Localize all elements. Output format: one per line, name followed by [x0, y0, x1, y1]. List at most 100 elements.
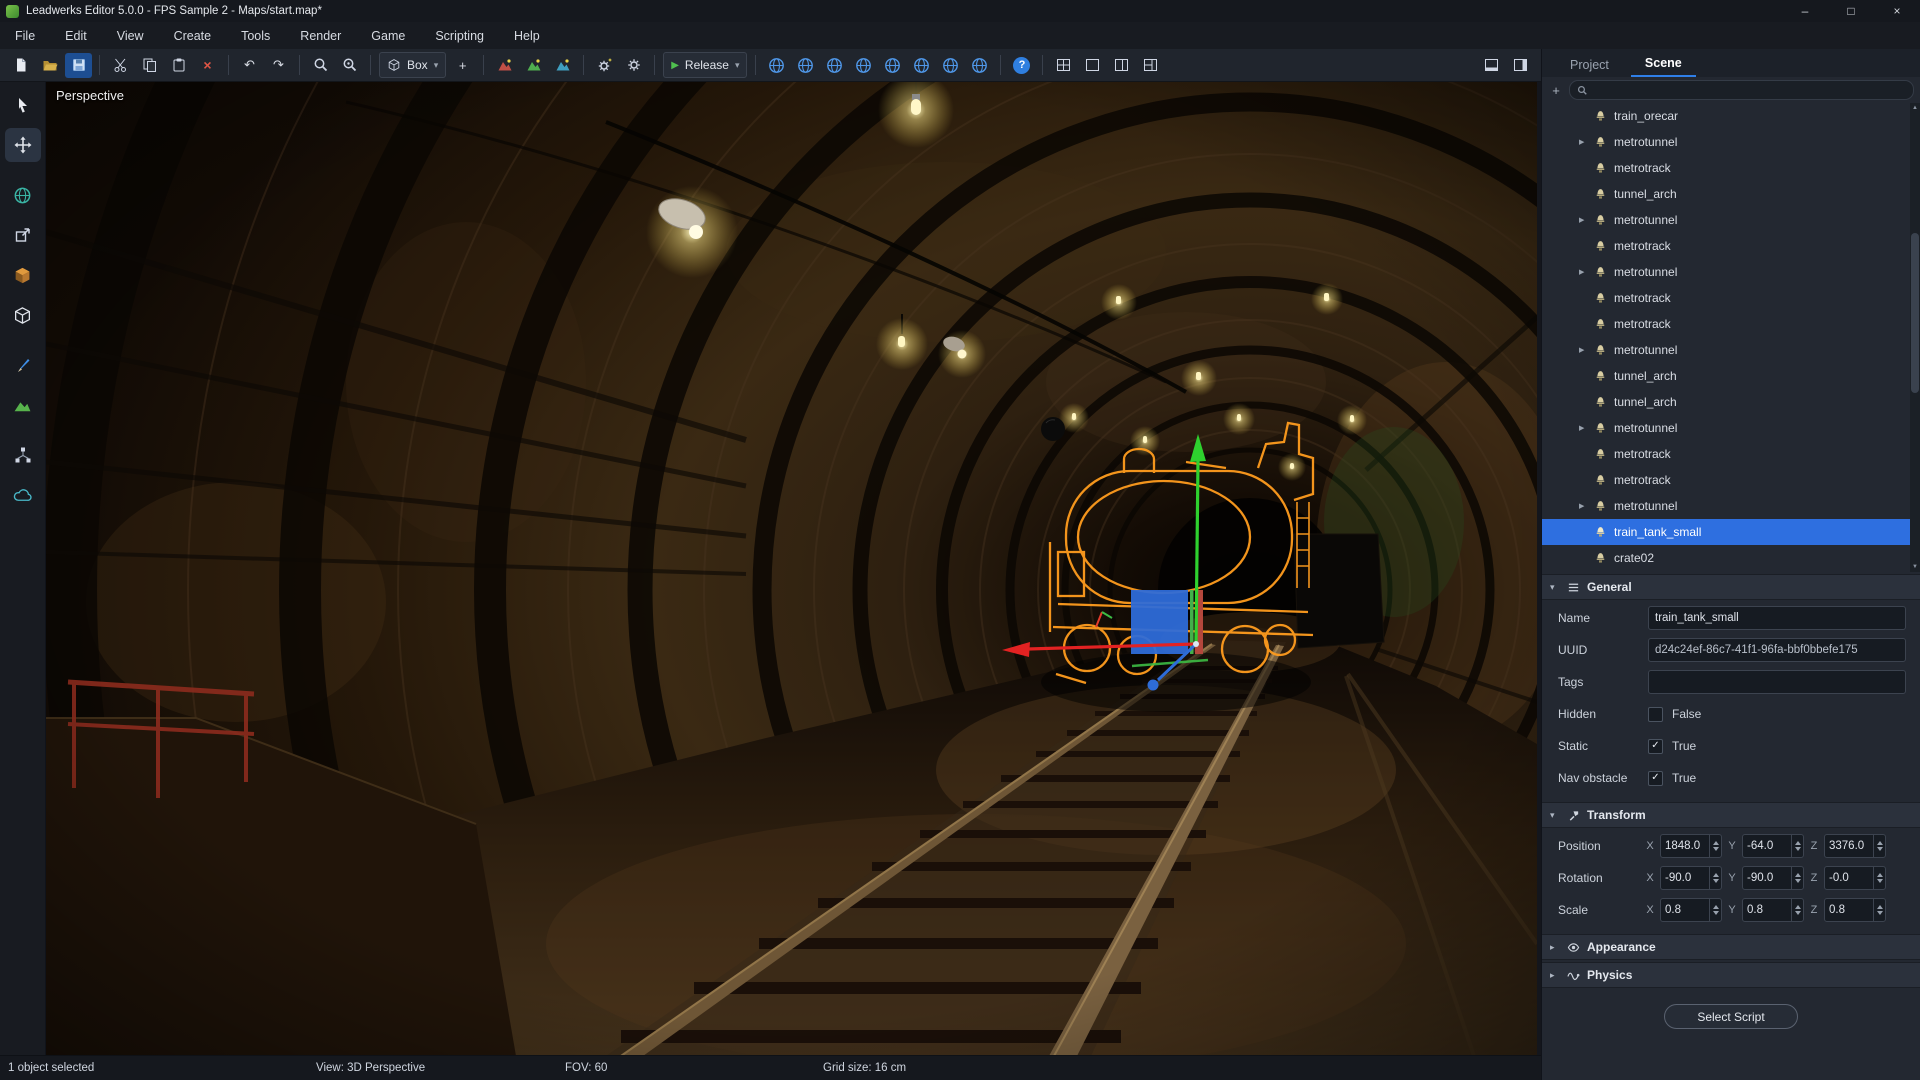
save-button[interactable]	[65, 53, 92, 78]
spinner[interactable]	[1791, 835, 1803, 857]
toggle-console-button[interactable]	[1478, 53, 1505, 78]
menu-view[interactable]: View	[102, 22, 159, 49]
add-primitive-button[interactable]: +	[449, 53, 476, 78]
expander-icon[interactable]: ▶	[1579, 268, 1594, 276]
render-mode-2-button[interactable]	[792, 53, 819, 78]
menu-scripting[interactable]: Scripting	[420, 22, 499, 49]
menu-render[interactable]: Render	[285, 22, 356, 49]
scroll-thumb[interactable]	[1911, 233, 1919, 393]
rotation-y-input[interactable]	[1743, 867, 1791, 889]
expander-icon[interactable]: ▶	[1579, 216, 1594, 224]
layout-quad-button[interactable]	[1050, 53, 1077, 78]
spinner[interactable]	[1791, 899, 1803, 921]
viewport[interactable]: Perspective	[46, 82, 1537, 1056]
tree-item[interactable]: tunnel_arch	[1542, 363, 1920, 389]
tree-item[interactable]: ▶metrotunnel	[1542, 337, 1920, 363]
tree-item[interactable]: ▶metrotunnel	[1542, 415, 1920, 441]
scroll-down-icon[interactable]: ▼	[1911, 564, 1919, 570]
spinner[interactable]	[1709, 867, 1721, 889]
redo-button[interactable]: ↷	[265, 53, 292, 78]
viewport-canvas[interactable]	[46, 82, 1537, 1056]
scene-search-input[interactable]	[1593, 83, 1906, 97]
tree-item-selected[interactable]: train_tank_small	[1542, 519, 1920, 545]
position-x-input[interactable]	[1661, 835, 1709, 857]
rotation-z-input[interactable]	[1825, 867, 1873, 889]
help-button[interactable]: ?	[1008, 53, 1035, 78]
tree-item[interactable]: metrotrack	[1542, 311, 1920, 337]
section-appearance[interactable]: ▸ Appearance	[1542, 934, 1920, 960]
menu-edit[interactable]: Edit	[50, 22, 102, 49]
terrain-sculpt-button[interactable]	[491, 53, 518, 78]
terrain-tool-button[interactable]	[5, 388, 41, 422]
position-z-input[interactable]	[1825, 835, 1873, 857]
render-mode-5-button[interactable]	[879, 53, 906, 78]
menu-create[interactable]: Create	[159, 22, 227, 49]
wire-box-tool-button[interactable]	[5, 298, 41, 332]
render-mode-1-button[interactable]	[763, 53, 790, 78]
scroll-up-icon[interactable]: ▲	[1911, 105, 1919, 111]
tab-project[interactable]: Project	[1556, 53, 1623, 77]
section-transform[interactable]: ▾ Transform	[1542, 802, 1920, 828]
scale-x-input[interactable]	[1661, 899, 1709, 921]
close-button[interactable]: ×	[1874, 0, 1920, 22]
copy-button[interactable]	[136, 53, 163, 78]
nav-obstacle-checkbox[interactable]: ✓	[1648, 771, 1663, 786]
tree-item[interactable]: ▶metrotunnel	[1542, 129, 1920, 155]
open-button[interactable]	[36, 53, 63, 78]
select-tool-button[interactable]	[5, 88, 41, 122]
solid-box-tool-button[interactable]	[5, 258, 41, 292]
menu-tools[interactable]: Tools	[226, 22, 285, 49]
render-mode-4-button[interactable]	[850, 53, 877, 78]
tree-item[interactable]: tunnel_arch	[1542, 181, 1920, 207]
undo-button[interactable]: ↶	[236, 53, 263, 78]
tree-item[interactable]: metrotrack	[1542, 233, 1920, 259]
expander-icon[interactable]: ▶	[1579, 138, 1594, 146]
settings-effects-button[interactable]	[591, 53, 618, 78]
scene-search[interactable]	[1569, 80, 1914, 100]
hierarchy-tool-button[interactable]	[5, 438, 41, 472]
zoom-extents-button[interactable]	[336, 53, 363, 78]
paste-button[interactable]	[165, 53, 192, 78]
spinner[interactable]	[1873, 867, 1885, 889]
spinner[interactable]	[1709, 899, 1721, 921]
position-y-input[interactable]	[1743, 835, 1791, 857]
scale-z-input[interactable]	[1825, 899, 1873, 921]
delete-button[interactable]: ×	[194, 53, 221, 78]
maximize-button[interactable]: □	[1828, 0, 1874, 22]
tree-item[interactable]: metrotrack	[1542, 155, 1920, 181]
spinner[interactable]	[1873, 899, 1885, 921]
terrain-paint-button[interactable]	[520, 53, 547, 78]
select-script-button[interactable]: Select Script	[1664, 1004, 1798, 1029]
tree-item[interactable]: ▶metrotunnel	[1542, 259, 1920, 285]
rotate-tool-button[interactable]	[5, 178, 41, 212]
uuid-field[interactable]	[1649, 644, 1905, 656]
expander-icon[interactable]: ▶	[1579, 424, 1594, 432]
rotation-x-input[interactable]	[1661, 867, 1709, 889]
hidden-checkbox[interactable]	[1648, 707, 1663, 722]
layout-split-button[interactable]	[1137, 53, 1164, 78]
menu-file[interactable]: File	[0, 22, 50, 49]
tree-item[interactable]: tunnel_arch	[1542, 389, 1920, 415]
paint-tool-button[interactable]	[5, 348, 41, 382]
scale-y-input[interactable]	[1743, 899, 1791, 921]
tab-scene[interactable]: Scene	[1631, 51, 1696, 77]
render-mode-7-button[interactable]	[937, 53, 964, 78]
layout-columns-button[interactable]	[1108, 53, 1135, 78]
cut-button[interactable]	[107, 53, 134, 78]
tags-field[interactable]	[1649, 676, 1905, 688]
move-tool-button[interactable]	[5, 128, 41, 162]
tree-scrollbar[interactable]: ▲ ▼	[1910, 103, 1920, 572]
run-config-dropdown[interactable]: ▶ Release ▾	[663, 52, 747, 78]
comment-tool-button[interactable]	[5, 478, 41, 512]
primitive-dropdown[interactable]: Box ▾	[379, 52, 446, 78]
render-mode-6-button[interactable]	[908, 53, 935, 78]
settings-button[interactable]	[620, 53, 647, 78]
menu-game[interactable]: Game	[356, 22, 420, 49]
spinner[interactable]	[1709, 835, 1721, 857]
tree-item[interactable]: metrotrack	[1542, 285, 1920, 311]
spinner[interactable]	[1873, 835, 1885, 857]
zoom-button[interactable]	[307, 53, 334, 78]
render-mode-3-button[interactable]	[821, 53, 848, 78]
menu-help[interactable]: Help	[499, 22, 555, 49]
static-checkbox[interactable]: ✓	[1648, 739, 1663, 754]
